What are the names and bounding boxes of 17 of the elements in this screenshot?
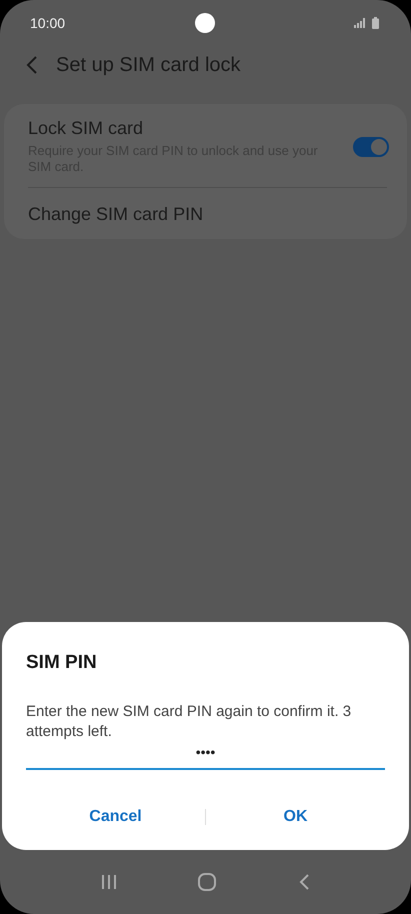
- status-time: 10:00: [30, 15, 66, 31]
- dialog-title: SIM PIN: [26, 652, 98, 674]
- dialog-button[interactable]: Cancel: [26, 800, 205, 834]
- toggle-switch[interactable]: [353, 136, 387, 156]
- signal-icon: [354, 18, 366, 28]
- recent-apps-icon[interactable]: [100, 874, 117, 890]
- home-icon[interactable]: [198, 873, 216, 891]
- back-nav-icon[interactable]: [298, 874, 310, 890]
- battery-icon: [372, 17, 379, 29]
- setting-title[interactable]: Lock SIM card: [28, 118, 328, 139]
- setting-title[interactable]: Change SIM card PIN: [28, 204, 204, 225]
- dialog-button[interactable]: OK: [206, 800, 385, 834]
- dialog-message: Enter the new SIM card PIN again to confirm it. 3 attempts left.: [26, 702, 352, 742]
- pin-field[interactable]: ••••: [26, 744, 385, 770]
- camera-hole-icon: [195, 13, 215, 33]
- page-title: Set up SIM card lock: [56, 54, 241, 76]
- back-icon[interactable]: [26, 56, 38, 74]
